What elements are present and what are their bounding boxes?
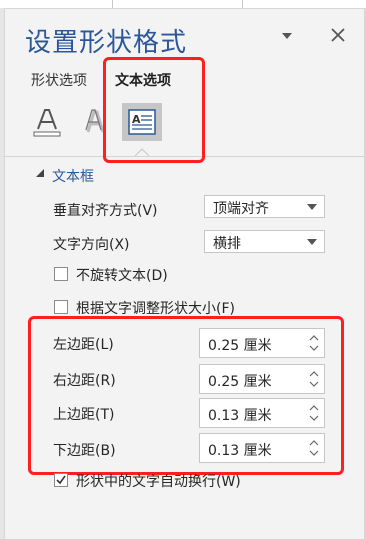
left-border: [0, 8, 5, 539]
bottom-margin-label: 下边距(B): [53, 443, 116, 459]
spin-up-icon[interactable]: [309, 440, 319, 446]
wrap-text-checkbox[interactable]: [54, 473, 68, 487]
textbox-button[interactable]: A: [122, 103, 162, 141]
textbox-icon: A: [128, 109, 156, 135]
no-rotate-checkbox[interactable]: [54, 267, 68, 281]
top-margin-label: 上边距(T): [53, 407, 115, 423]
spin-up-icon[interactable]: [309, 371, 319, 377]
resize-shape-label[interactable]: 根据文字调整形状大小(F): [76, 298, 235, 318]
bottom-margin-spinner[interactable]: 0.13 厘米: [199, 433, 325, 463]
close-icon[interactable]: [329, 26, 347, 44]
checkmark-icon: [56, 475, 66, 485]
section-title: 文本框: [52, 169, 94, 185]
vertical-align-value: 顶端对齐: [213, 201, 269, 217]
left-margin-spinner[interactable]: 0.25 厘米: [199, 328, 325, 358]
divider: [5, 156, 364, 157]
top-margin-spinner[interactable]: 0.13 厘米: [199, 398, 325, 428]
right-margin-spinner[interactable]: 0.25 厘米: [199, 364, 325, 394]
left-margin-label: 左边距(L): [53, 337, 114, 353]
no-rotate-label[interactable]: 不旋转文本(D): [76, 265, 168, 285]
pane-title: 设置形状格式: [25, 28, 188, 58]
chevron-down-icon: [307, 239, 317, 245]
divider: [242, 0, 243, 8]
right-margin-value[interactable]: 0.25 厘米: [208, 371, 272, 391]
right-margin-label: 右边距(R): [53, 373, 116, 389]
text-effects-icon: [85, 109, 105, 133]
chevron-down-icon[interactable]: [280, 29, 294, 43]
spin-down-icon[interactable]: [309, 381, 319, 387]
collapse-triangle-icon[interactable]: [35, 168, 45, 178]
top-margin-value[interactable]: 0.13 厘米: [208, 405, 272, 425]
text-effects-button[interactable]: [78, 104, 112, 138]
vertical-align-label: 垂直对齐方式(V): [53, 203, 158, 219]
text-fill-outline-icon: [33, 109, 61, 137]
left-margin-value[interactable]: 0.25 厘米: [208, 335, 272, 355]
spin-down-icon[interactable]: [309, 345, 319, 351]
svg-text:A: A: [132, 113, 141, 126]
spin-up-icon[interactable]: [309, 405, 319, 411]
bottom-margin-value[interactable]: 0.13 厘米: [208, 440, 272, 460]
tab-text-options[interactable]: 文本选项: [115, 70, 171, 90]
chevron-down-icon: [307, 204, 317, 210]
text-fill-outline-button[interactable]: [30, 104, 64, 138]
spin-up-icon[interactable]: [309, 335, 319, 341]
text-direction-label: 文字方向(X): [53, 237, 130, 253]
vertical-align-select[interactable]: 顶端对齐: [204, 195, 325, 218]
wrap-text-label[interactable]: 形状中的文字自动换行(W): [76, 471, 241, 491]
tab-shape-options[interactable]: 形状选项: [31, 70, 87, 90]
divider: [112, 0, 113, 8]
resize-shape-checkbox[interactable]: [54, 300, 68, 314]
text-direction-select[interactable]: 横排: [204, 230, 325, 253]
spin-down-icon[interactable]: [309, 450, 319, 456]
spin-down-icon[interactable]: [309, 415, 319, 421]
text-direction-value: 横排: [213, 236, 241, 252]
selected-indicator: [135, 148, 149, 156]
top-strip: [0, 0, 366, 9]
